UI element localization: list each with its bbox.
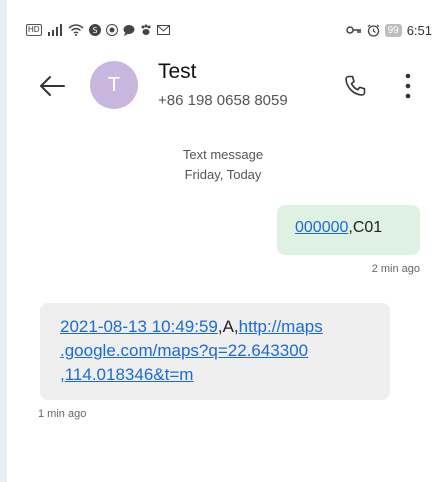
outgoing-message-time: 2 min ago <box>371 263 420 275</box>
date-divider: Text message Friday, Today <box>0 145 446 185</box>
shield-app-icon: S <box>88 24 101 36</box>
date-label: Friday, Today <box>184 167 262 182</box>
outgoing-message-link[interactable]: 000000 <box>295 219 348 236</box>
maps-link-line-2: .google.com/maps?q=22.643300 <box>60 341 309 360</box>
maps-link-line-3: ,114.018346&t=m <box>60 365 194 384</box>
incoming-message-text: ,A, <box>217 317 239 336</box>
incoming-message-time: 1 min ago <box>38 408 87 420</box>
paw-app-icon <box>141 24 151 35</box>
contact-name: Test <box>158 60 197 83</box>
maps-link-line-1: http://maps <box>238 317 323 336</box>
phone-call-icon[interactable] <box>343 74 367 98</box>
mail-app-icon <box>156 25 170 35</box>
alarm-icon <box>367 24 379 37</box>
svg-text:S: S <box>92 26 97 35</box>
chat-app-icon <box>123 25 135 36</box>
status-bar: HD S 99 6:51 <box>26 20 432 40</box>
back-arrow-icon[interactable] <box>38 74 66 98</box>
key-icon <box>345 26 361 34</box>
conversation-header: T Test +86 198 0658 8059 <box>0 54 446 120</box>
incoming-datetime-link[interactable]: 2021-08-13 10:49:59 <box>60 317 218 336</box>
avatar-letter: T <box>107 73 121 96</box>
incoming-message-bubble[interactable]: 2021-08-13 10:49:59,A,http://maps .google… <box>40 303 390 400</box>
status-time: 6:51 <box>406 22 432 38</box>
signal-icon <box>47 24 62 36</box>
outgoing-message-bubble[interactable]: 000000,C01 <box>277 205 420 255</box>
battery-indicator: 99 <box>384 23 402 37</box>
message-type-label: Text message <box>182 147 264 162</box>
more-options-icon[interactable] <box>405 72 411 100</box>
status-left: HD S <box>26 24 170 36</box>
wifi-icon <box>68 24 84 36</box>
contact-number: +86 198 0658 8059 <box>158 92 288 109</box>
contact-avatar[interactable]: T <box>90 61 138 109</box>
status-right: 99 6:51 <box>345 22 432 38</box>
camera-app-icon <box>105 24 118 36</box>
outgoing-message-text: ,C01 <box>348 219 383 236</box>
hd-icon: HD <box>26 24 42 36</box>
